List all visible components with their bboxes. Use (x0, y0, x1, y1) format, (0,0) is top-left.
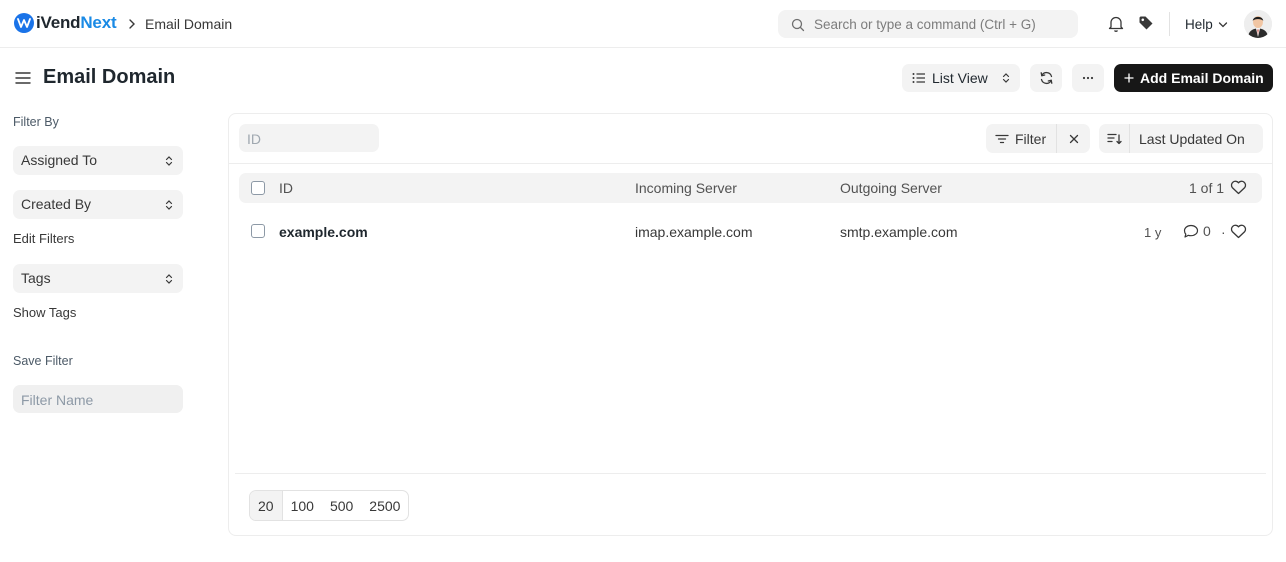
comment-count: 0 (1203, 223, 1211, 239)
select-arrows-icon (165, 156, 173, 166)
id-filter-placeholder: ID (247, 131, 261, 147)
row-comment-count[interactable]: 0 (1183, 223, 1211, 239)
card-divider (229, 163, 1272, 164)
select-arrows-icon (1002, 73, 1010, 83)
select-arrows-icon (165, 274, 173, 284)
paging-divider (235, 473, 1266, 474)
search-placeholder: Search or type a command (Ctrl + G) (814, 17, 1036, 32)
clear-filter-button[interactable] (1057, 124, 1090, 153)
filter-name-input[interactable]: Filter Name (13, 385, 183, 413)
navbar-divider (1169, 12, 1170, 36)
assigned-to-label: Assigned To (21, 152, 98, 168)
filter-button[interactable]: Filter (986, 124, 1056, 153)
search-bar[interactable]: Search or type a command (Ctrl + G) (778, 10, 1078, 38)
sort-divider (1129, 124, 1130, 153)
row-incoming-server: imap.example.com (635, 224, 753, 240)
avatar[interactable] (1244, 10, 1272, 38)
sort-direction-button[interactable] (1099, 124, 1129, 153)
brand[interactable]: iVendNext (14, 13, 117, 33)
column-header-incoming-server[interactable]: Incoming Server (635, 180, 737, 196)
created-by-select[interactable]: Created By (13, 190, 183, 219)
id-filter-input[interactable]: ID (239, 124, 379, 152)
plus-icon (1124, 73, 1134, 83)
sort-descending-icon (1106, 133, 1122, 144)
save-filter-label: Save Filter (13, 354, 73, 368)
sort-by-button[interactable]: Last Updated On (1139, 131, 1245, 147)
brand-name: iVendNext (36, 13, 117, 33)
column-header-id[interactable]: ID (279, 180, 293, 196)
breadcrumb[interactable]: Email Domain (145, 16, 232, 32)
sort-group: Last Updated On (1099, 124, 1263, 153)
list-card: ID Filter Last Updated On ID Incoming Se… (228, 113, 1273, 536)
assigned-to-select[interactable]: Assigned To (13, 146, 183, 175)
more-actions-button[interactable] (1072, 64, 1104, 92)
edit-filters-link[interactable]: Edit Filters (13, 231, 74, 246)
row-id[interactable]: example.com (279, 224, 368, 240)
table-header: ID Incoming Server Outgoing Server 1 of … (239, 173, 1262, 203)
list-icon (912, 73, 925, 83)
help-menu[interactable]: Help (1185, 17, 1228, 32)
filter-icon (995, 134, 1009, 143)
help-label: Help (1185, 17, 1213, 32)
chevron-right-icon (129, 19, 135, 29)
tag-icon[interactable] (1138, 15, 1154, 31)
close-icon (1069, 134, 1078, 143)
table-row[interactable]: example.com imap.example.com smtp.exampl… (239, 214, 1262, 250)
search-icon (791, 18, 805, 32)
filter-label: Filter (1015, 130, 1047, 147)
add-email-domain-label: Add Email Domain (1140, 70, 1264, 86)
brand-logo-icon (14, 13, 34, 33)
page-size-20[interactable]: 20 (250, 491, 283, 520)
list-view-button[interactable]: List View (902, 64, 1020, 92)
record-count: 1 of 1 (1189, 180, 1225, 196)
filter-name-placeholder: Filter Name (21, 392, 94, 408)
refresh-button[interactable] (1030, 64, 1062, 92)
column-header-outgoing-server[interactable]: Outgoing Server (840, 180, 942, 196)
heart-icon[interactable] (1230, 180, 1247, 195)
row-modified-time: 1 y (1144, 225, 1162, 240)
add-email-domain-button[interactable]: Add Email Domain (1114, 64, 1273, 92)
tags-select[interactable]: Tags (13, 264, 183, 293)
select-all-checkbox[interactable] (251, 181, 265, 195)
page-size-2500[interactable]: 2500 (361, 491, 408, 520)
page-size-500[interactable]: 500 (322, 491, 361, 520)
created-by-label: Created By (21, 196, 92, 212)
filter-by-label: Filter By (13, 115, 59, 129)
row-separator: · (1221, 224, 1226, 240)
row-outgoing-server: smtp.example.com (840, 224, 958, 240)
brand-name-part2: Next (80, 13, 117, 32)
brand-name-part1: iVend (36, 13, 81, 32)
refresh-icon (1040, 71, 1052, 85)
sidebar-toggle-icon[interactable] (15, 70, 31, 86)
bell-icon[interactable] (1108, 15, 1124, 33)
select-arrows-icon (165, 200, 173, 210)
row-checkbox[interactable] (251, 224, 265, 238)
show-tags-link[interactable]: Show Tags (13, 305, 76, 320)
list-view-label: List View (932, 70, 988, 86)
navbar: iVendNext Email Domain Search or type a … (0, 0, 1286, 48)
page-title: Email Domain (43, 66, 176, 88)
chevron-down-icon (1218, 21, 1227, 27)
more-icon (1082, 76, 1094, 80)
page-size-100[interactable]: 100 (283, 491, 322, 520)
heart-icon[interactable] (1230, 224, 1247, 239)
tags-label: Tags (21, 270, 51, 286)
comment-icon (1183, 224, 1199, 238)
page-size-selector: 20 100 500 2500 (249, 490, 410, 521)
filter-group: Filter (986, 124, 1090, 153)
